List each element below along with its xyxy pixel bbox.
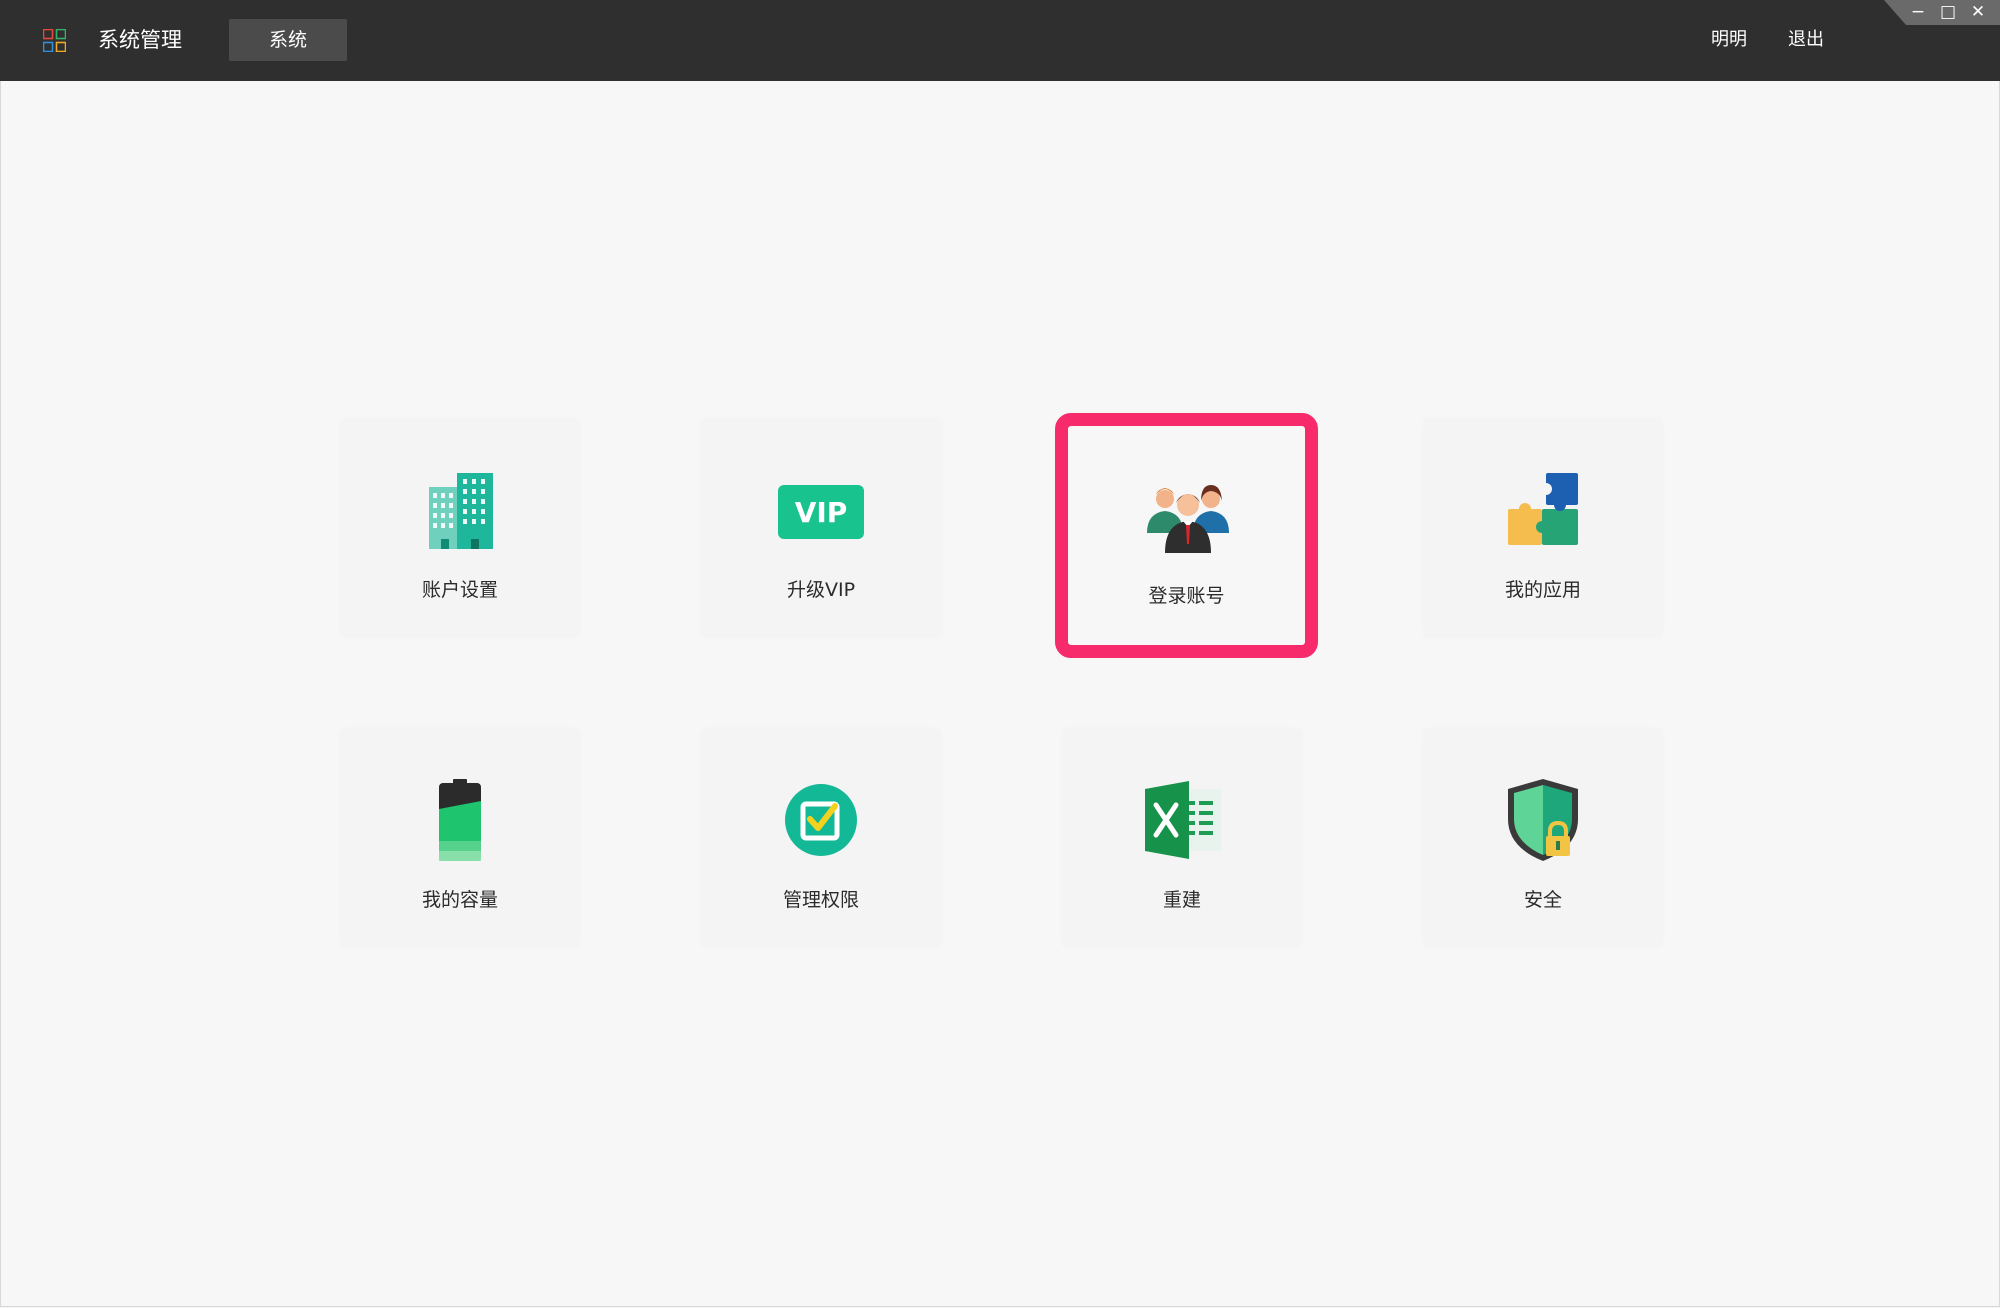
user-name-link[interactable]: 明明 — [1711, 26, 1747, 54]
tile-label: 升级VIP — [786, 579, 856, 601]
shield-lock-icon — [1508, 779, 1578, 861]
minimize-button[interactable]: − — [1908, 2, 1928, 22]
logout-button[interactable]: 退出 — [1788, 26, 1824, 54]
tile-my-capacity[interactable]: 我的容量 — [340, 728, 580, 948]
tab-system[interactable]: 系统 — [229, 19, 347, 61]
users-group-icon — [1147, 485, 1229, 553]
app-title: 系统管理 — [98, 28, 182, 52]
tile-label: 我的应用 — [1504, 579, 1581, 601]
close-button[interactable]: ✕ — [1968, 2, 1988, 22]
maximize-button[interactable]: □ — [1938, 2, 1958, 22]
tile-rebuild[interactable]: 重建 — [1062, 728, 1302, 948]
tile-upgrade-vip[interactable]: VIP 升级VIP — [701, 418, 941, 638]
tile-label: 登录账号 — [1148, 585, 1225, 607]
tile-account-settings[interactable]: 账户设置 — [340, 418, 580, 638]
vip-badge-text: VIP — [795, 496, 848, 529]
app-grid-icon — [43, 29, 66, 52]
checkbox-circle-icon — [785, 784, 857, 856]
tile-label: 管理权限 — [782, 889, 859, 911]
tile-label: 重建 — [1162, 889, 1201, 911]
content-area — [0, 81, 2000, 1307]
tile-label: 账户设置 — [421, 579, 498, 601]
battery-icon — [439, 779, 481, 861]
tile-my-apps[interactable]: 我的应用 — [1423, 418, 1663, 638]
tile-login-account[interactable]: 登录账号 — [1055, 413, 1318, 658]
tile-label: 安全 — [1523, 889, 1562, 911]
tile-label: 我的容量 — [421, 889, 498, 911]
puzzle-icon — [1508, 473, 1578, 545]
title-bar: 系统管理 系统 明明 退出 − □ ✕ — [0, 0, 2000, 81]
excel-icon — [1145, 781, 1221, 859]
building-icon — [429, 473, 493, 549]
vip-badge-icon: VIP — [778, 485, 864, 539]
tile-manage-permissions[interactable]: 管理权限 — [701, 728, 941, 948]
tile-security[interactable]: 安全 — [1423, 728, 1663, 948]
